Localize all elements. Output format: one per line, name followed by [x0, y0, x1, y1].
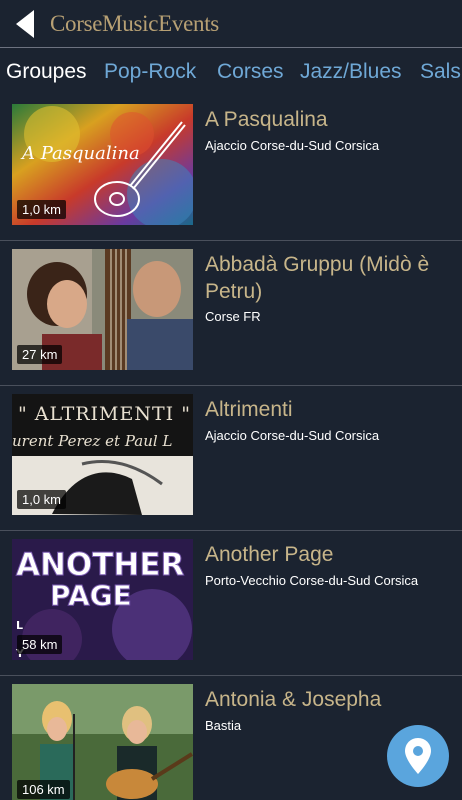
distance-badge: 1,0 km — [17, 490, 67, 509]
group-title: Abbadà Gruppu (Midò è Petru) — [205, 253, 430, 303]
group-photo: " ALTRIMENTI " urent Perez et Paul L 1,0… — [12, 394, 193, 515]
back-arrow-icon[interactable] — [12, 8, 38, 40]
group-title: Another Page — [205, 543, 334, 566]
map-pin-icon — [405, 738, 431, 774]
list-item[interactable]: 27 km Abbadà Gruppu (Midò è Petru) Corse… — [0, 241, 462, 386]
list-item[interactable]: " ALTRIMENTI " urent Perez et Paul L 1,0… — [0, 386, 462, 531]
distance-badge: 106 km — [17, 780, 70, 799]
list-item[interactable]: ANOTHER PAGE L Y 58 km Another Page Port… — [0, 531, 462, 676]
group-title: Altrimenti — [205, 398, 293, 421]
svg-text:L: L — [16, 619, 23, 632]
svg-text:A Pasqualina: A Pasqualina — [20, 143, 140, 164]
group-location: Corse FR — [205, 309, 261, 324]
tab-groupes[interactable]: Groupes — [6, 60, 87, 84]
tab-salsa[interactable]: Sals — [420, 60, 461, 84]
list-item[interactable]: A Pasqualina 1,0 km A Pasqualina Ajaccio… — [0, 96, 462, 241]
tab-jazz-blues[interactable]: Jazz/Blues — [300, 60, 402, 84]
group-title: A Pasqualina — [205, 108, 328, 131]
tab-corses[interactable]: Corses — [217, 60, 284, 84]
group-location: Ajaccio Corse-du-Sud Corsica — [205, 138, 380, 153]
app-logo: CorseMusicEvents — [50, 11, 219, 36]
group-title: Antonia & Josepha — [205, 688, 382, 711]
svg-text:urent Perez et Paul L: urent Perez et Paul L — [12, 432, 172, 450]
svg-text:PAGE: PAGE — [50, 579, 132, 612]
group-location: Ajaccio Corse-du-Sud Corsica — [205, 428, 380, 443]
group-location: Porto-Vecchio Corse-du-Sud Corsica — [205, 573, 419, 588]
app-header: CorseMusicEvents — [0, 0, 462, 48]
group-photo: 106 km — [12, 684, 193, 800]
svg-text:ANOTHER: ANOTHER — [16, 547, 185, 583]
group-photo: ANOTHER PAGE L Y 58 km — [12, 539, 193, 660]
group-location: Bastia — [205, 718, 242, 733]
distance-badge: 27 km — [17, 345, 63, 364]
group-list: A Pasqualina 1,0 km A Pasqualina Ajaccio… — [0, 96, 462, 800]
svg-text:" ALTRIMENTI ": " ALTRIMENTI " — [18, 403, 191, 425]
distance-badge: 1,0 km — [17, 200, 67, 219]
tab-pop-rock[interactable]: Pop-Rock — [104, 60, 196, 84]
group-photo: 27 km — [12, 249, 193, 370]
category-tabs: Groupes Pop-Rock Corses Jazz/Blues Sals — [0, 48, 462, 96]
group-photo: A Pasqualina 1,0 km — [12, 104, 193, 225]
distance-badge: 58 km — [17, 635, 63, 654]
map-button[interactable] — [387, 725, 449, 787]
